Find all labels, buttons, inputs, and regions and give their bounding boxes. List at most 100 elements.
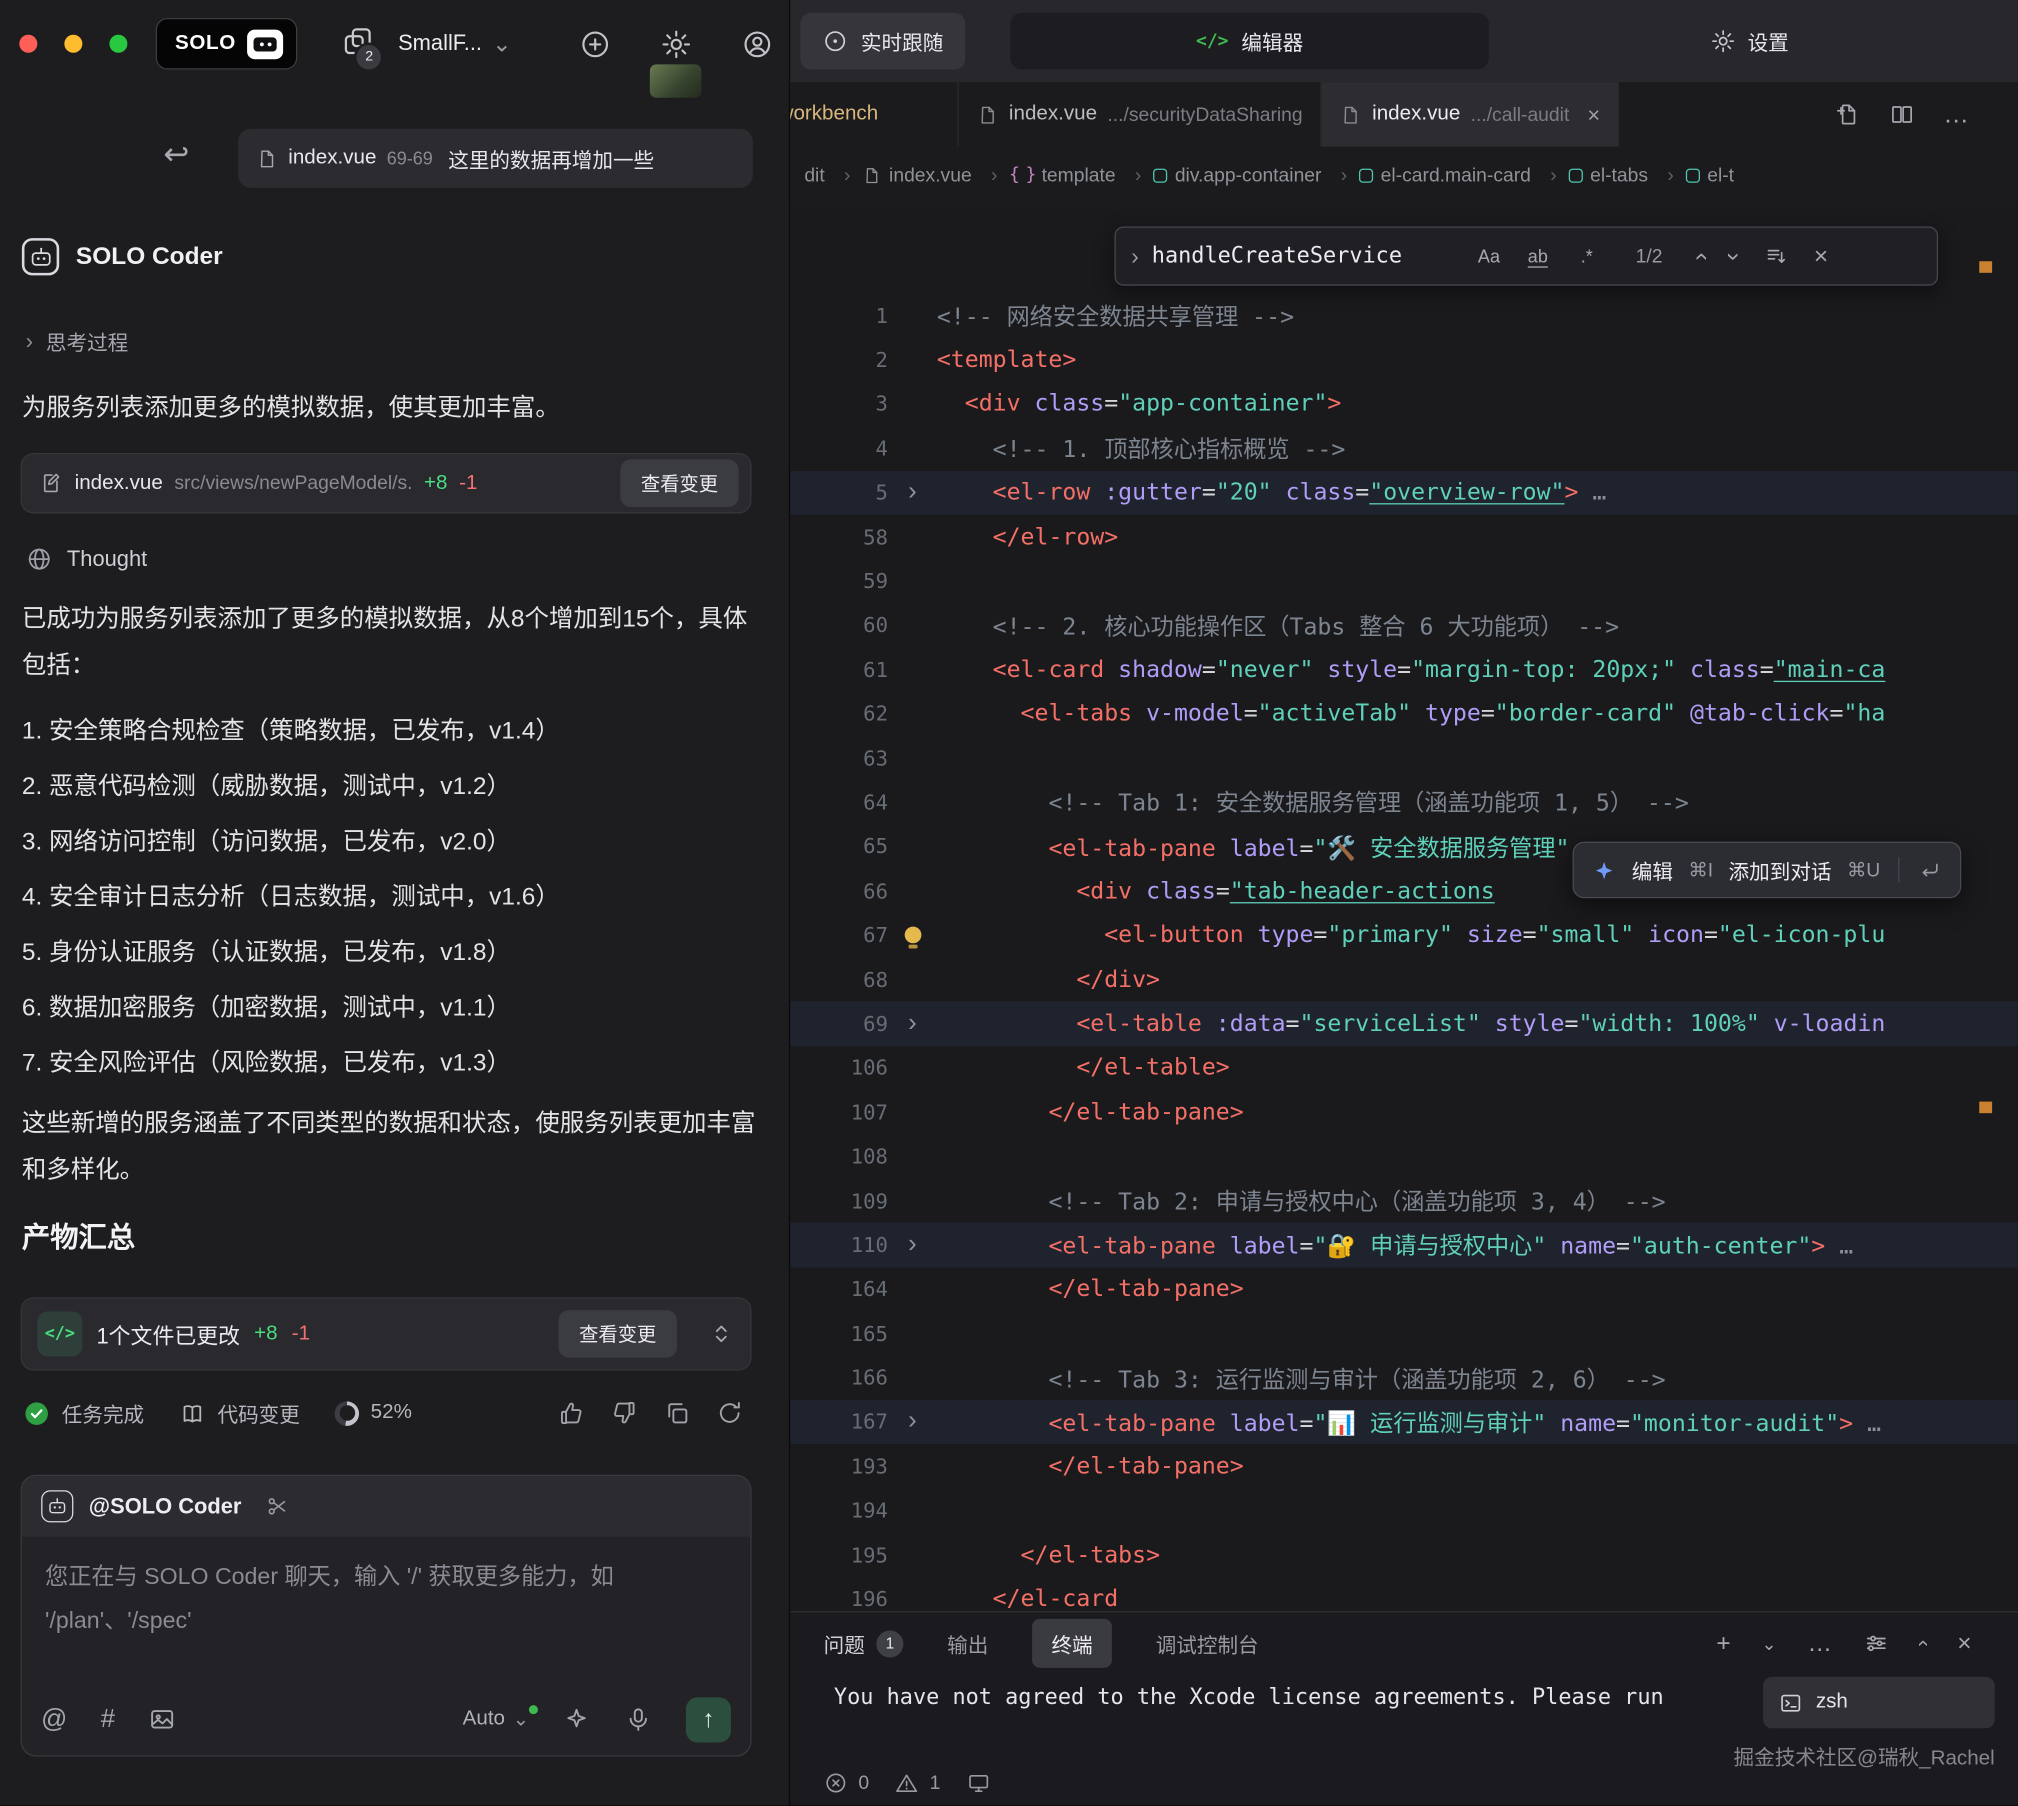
line-number[interactable]: 3: [790, 392, 888, 416]
breadcrumb-item[interactable]: div.app-container: [1153, 164, 1359, 186]
ports-icon[interactable]: [966, 1771, 990, 1795]
chevron-down-icon[interactable]: [492, 32, 511, 55]
new-file-icon[interactable]: [1835, 102, 1861, 128]
model-mode-dropdown[interactable]: Auto: [463, 1708, 529, 1731]
breadcrumb-item[interactable]: el-t: [1685, 164, 1734, 186]
thumbs-up-icon[interactable]: [557, 1399, 585, 1427]
code-text[interactable]: <!-- Tab 3: 运行监测与审计（涵盖功能项 2, 6） -->: [937, 1361, 2018, 1394]
whole-word-toggle[interactable]: ab: [1520, 238, 1556, 274]
code-line[interactable]: 109 <!-- Tab 2: 申请与授权中心（涵盖功能项 3, 4） -->: [790, 1179, 2018, 1223]
code-line[interactable]: 61 <el-card shadow="never" style="margin…: [790, 647, 2018, 691]
breadcrumb-item[interactable]: template: [1009, 164, 1153, 186]
line-number[interactable]: 164: [790, 1277, 888, 1301]
code-text[interactable]: <el-tabs v-model="activeTab" type="borde…: [937, 700, 2018, 727]
find-in-selection-icon[interactable]: [1764, 244, 1788, 268]
line-number[interactable]: 62: [790, 702, 888, 726]
maximize-panel-icon[interactable]: [1913, 1640, 1934, 1647]
view-changes-button[interactable]: 查看变更: [558, 1310, 676, 1358]
code-line[interactable]: 196 </el-card: [790, 1577, 2018, 1613]
regex-toggle[interactable]: .*: [1569, 238, 1605, 274]
view-changes-button[interactable]: 查看变更: [620, 459, 738, 507]
code-text[interactable]: </el-tab-pane>: [937, 1453, 2018, 1480]
window-minimize-button[interactable]: [64, 35, 82, 53]
changed-file-card[interactable]: index.vue src/views/newPageModel/s... +8…: [21, 453, 752, 513]
fold-icon[interactable]: ›: [888, 1230, 937, 1260]
code-text[interactable]: <el-card shadow="never" style="margin-to…: [937, 656, 2018, 683]
line-number[interactable]: 167: [790, 1410, 888, 1434]
code-line[interactable]: 62 <el-tabs v-model="activeTab" type="bo…: [790, 692, 2018, 736]
find-input[interactable]: handleCreateService: [1152, 243, 1458, 269]
line-number[interactable]: 165: [790, 1321, 888, 1345]
tab-index-vue-call-audit[interactable]: index.vue .../call-audit: [1322, 82, 1619, 146]
line-number[interactable]: 193: [790, 1454, 888, 1478]
code-line[interactable]: 4 <!-- 1. 顶部核心指标概览 -->: [790, 426, 2018, 470]
more-actions-icon[interactable]: [1943, 102, 1969, 128]
account-icon[interactable]: [741, 28, 773, 60]
send-button[interactable]: [686, 1697, 731, 1742]
code-line[interactable]: 166 <!-- Tab 3: 运行监测与审计（涵盖功能项 2, 6） -->: [790, 1356, 2018, 1400]
context-tag-icon[interactable]: [101, 1706, 115, 1732]
undo-icon[interactable]: [157, 136, 196, 175]
settings-button[interactable]: 设置: [1710, 13, 1789, 70]
breadcrumb-item[interactable]: el-tabs: [1568, 164, 1685, 186]
new-chat-icon[interactable]: [579, 28, 611, 60]
fold-icon[interactable]: ›: [888, 1407, 937, 1437]
project-name[interactable]: SmallF...: [398, 31, 482, 57]
expand-collapse-icon[interactable]: [708, 1320, 735, 1347]
problems-status[interactable]: 0 1: [824, 1771, 991, 1795]
code-text[interactable]: </el-card: [937, 1585, 2018, 1612]
code-text[interactable]: </el-tab-pane>: [937, 1099, 2018, 1126]
new-terminal-icon[interactable]: [1716, 1631, 1730, 1655]
code-line[interactable]: 5› <el-row :gutter="20" class="overview-…: [790, 470, 2018, 514]
code-text[interactable]: </el-table>: [937, 1054, 2018, 1081]
terminal-dropdown-icon[interactable]: [1762, 1634, 1777, 1652]
code-text[interactable]: </el-row>: [937, 523, 2018, 550]
code-line[interactable]: 3 <div class="app-container">: [790, 382, 2018, 426]
session-stack-button[interactable]: 2: [341, 24, 374, 64]
filter-icon[interactable]: [1863, 1631, 1889, 1657]
line-number[interactable]: 2: [790, 348, 888, 372]
code-text[interactable]: <el-button type="primary" size="small" i…: [937, 922, 2018, 949]
mic-icon[interactable]: [624, 1705, 652, 1733]
line-number[interactable]: 59: [790, 569, 888, 593]
next-match-icon[interactable]: [1722, 252, 1746, 260]
scissors-icon[interactable]: [265, 1494, 289, 1518]
user-message-chip[interactable]: index.vue 69-69 这里的数据再增加一些: [238, 129, 753, 188]
code-line[interactable]: 1<!-- 网络安全数据共享管理 -->: [790, 293, 2018, 337]
code-line[interactable]: 110› <el-tab-pane label="🔐 申请与授权中心" name…: [790, 1223, 2018, 1267]
code-line[interactable]: 164 </el-tab-pane>: [790, 1267, 2018, 1311]
code-change-label[interactable]: 代码变更: [218, 1398, 300, 1429]
thumbs-down-icon[interactable]: [610, 1399, 638, 1427]
gear-icon[interactable]: [660, 28, 692, 60]
line-number[interactable]: 58: [790, 525, 888, 549]
line-number[interactable]: 63: [790, 746, 888, 770]
code-line[interactable]: 193 </el-tab-pane>: [790, 1444, 2018, 1488]
code-text[interactable]: <!-- 2. 核心功能操作区（Tabs 整合 6 大功能项） -->: [937, 609, 2018, 642]
code-text[interactable]: </el-tabs>: [937, 1541, 2018, 1568]
thinking-toggle[interactable]: 思考过程: [26, 326, 129, 357]
code-line[interactable]: 64 <!-- Tab 1: 安全数据服务管理（涵盖功能项 1, 5） -->: [790, 780, 2018, 824]
line-number[interactable]: 60: [790, 613, 888, 637]
code-line[interactable]: 108: [790, 1134, 2018, 1178]
breadcrumb-item[interactable]: index.vue: [862, 164, 1009, 186]
line-number[interactable]: 69: [790, 1011, 888, 1035]
code-text[interactable]: <!-- Tab 2: 申请与授权中心（涵盖功能项 3, 4） -->: [937, 1184, 2018, 1217]
agent-mention[interactable]: @SOLO Coder: [89, 1493, 242, 1519]
line-number[interactable]: 107: [790, 1100, 888, 1124]
code-line[interactable]: 2<template>: [790, 338, 2018, 382]
breadcrumb-item[interactable]: el-card.main-card: [1359, 164, 1568, 186]
close-icon[interactable]: [1814, 244, 1828, 268]
match-case-toggle[interactable]: Aa: [1471, 238, 1507, 274]
tab-terminal[interactable]: 终端: [1032, 1619, 1112, 1668]
tab-problems[interactable]: 问题 1: [824, 1628, 904, 1659]
line-number[interactable]: 5: [790, 480, 888, 504]
close-icon[interactable]: [1587, 104, 1600, 126]
code-line[interactable]: 167› <el-tab-pane label="📊 运行监测与审计" name…: [790, 1400, 2018, 1444]
code-line[interactable]: 165: [790, 1311, 2018, 1355]
code-line[interactable]: 63: [790, 736, 2018, 780]
line-number[interactable]: 65: [790, 834, 888, 858]
edit-action[interactable]: 编辑: [1632, 855, 1673, 886]
minimap-marker[interactable]: [1979, 1102, 1992, 1114]
lightbulb-icon[interactable]: [904, 927, 921, 944]
artifacts-summary-card[interactable]: </> 1个文件已更改 +8 -1 查看变更: [21, 1297, 752, 1370]
